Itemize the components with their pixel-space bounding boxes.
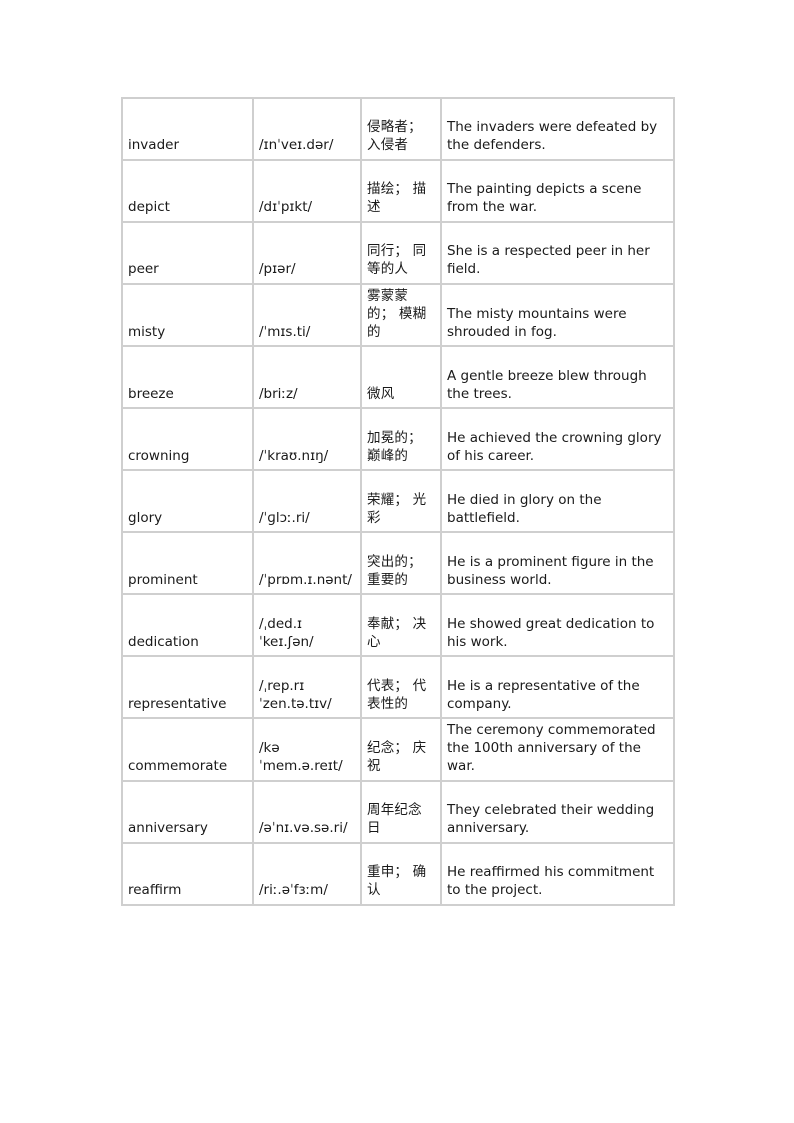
phonetic-cell: /ˈprɒm.ɪ.nənt/ (253, 532, 361, 595)
chinese-definition-cell: 加冕的；巅峰的 (361, 408, 441, 471)
word-cell: crowning (122, 408, 253, 471)
table-row: commemorate/kəˈmem.ə.reɪt/纪念； 庆祝 The cere… (122, 718, 674, 781)
chinese-definition-cell: 纪念； 庆祝 (361, 718, 441, 781)
word-cell: representative (122, 656, 253, 719)
word-cell: misty (122, 284, 253, 347)
example-sentence-cell: He achieved the crowning glory of his ca… (441, 408, 674, 471)
phonetic-cell: /ɪnˈveɪ.dər/ (253, 98, 361, 160)
chinese-definition-cell: 描绘； 描述 (361, 160, 441, 222)
word-cell: breeze (122, 346, 253, 409)
table-row: invader/ɪnˈveɪ.dər/侵略者；入侵者 The invaders w… (122, 98, 674, 160)
phonetic-cell: /kəˈmem.ə.reɪt/ (253, 718, 361, 781)
table-row: misty/ˈmɪs.ti/雾蒙蒙的； 模糊的 The misty mountai… (122, 284, 674, 347)
chinese-definition-cell: 代表； 代表性的 (361, 656, 441, 719)
chinese-definition-cell: 微风 (361, 346, 441, 409)
example-sentence-cell: The ceremony commemorated the 100th anni… (441, 718, 674, 781)
phonetic-cell: /əˈnɪ.və.sə.ri/ (253, 780, 361, 843)
vocabulary-table: invader/ɪnˈveɪ.dər/侵略者；入侵者 The invaders w… (121, 97, 675, 906)
chinese-definition-cell: 荣耀； 光彩 (361, 470, 441, 533)
chinese-definition-cell: 侵略者；入侵者 (361, 98, 441, 160)
example-sentence-cell: The misty mountains were shrouded in fog… (441, 284, 674, 347)
word-cell: reaffirm (122, 842, 253, 905)
table-row: representative/ˌrep.rɪˈzen.tə.tɪv/代表； 代表… (122, 656, 674, 719)
table-row: reaffirm/riː.əˈfɜːm/重申； 确认 He reaffirmed … (122, 842, 674, 905)
phonetic-cell: /briːz/ (253, 346, 361, 409)
table-row: depict/dɪˈpɪkt/描绘； 描述 The painting depict… (122, 160, 674, 222)
document-page: invader/ɪnˈveɪ.dər/侵略者；入侵者 The invaders w… (0, 0, 794, 1123)
chinese-definition-cell: 周年纪念日 (361, 780, 441, 843)
chinese-definition-cell: 雾蒙蒙的； 模糊的 (361, 284, 441, 347)
table-row: anniversary/əˈnɪ.və.sə.ri/周年纪念日 They cele… (122, 780, 674, 843)
phonetic-cell: /ˈkraʊ.nɪŋ/ (253, 408, 361, 471)
table-row: prominent/ˈprɒm.ɪ.nənt/突出的；重要的 He is a pr… (122, 532, 674, 595)
table-row: glory/ˈɡlɔː.ri/荣耀； 光彩 He died in glory on… (122, 470, 674, 533)
vocabulary-table-body: invader/ɪnˈveɪ.dər/侵略者；入侵者 The invaders w… (122, 98, 674, 905)
phonetic-cell: /ˈmɪs.ti/ (253, 284, 361, 347)
word-cell: dedication (122, 594, 253, 657)
chinese-definition-cell: 重申； 确认 (361, 842, 441, 905)
vocabulary-table-container: invader/ɪnˈveɪ.dər/侵略者；入侵者 The invaders w… (121, 97, 675, 906)
table-row: dedication/ˌded.ɪˈkeɪ.ʃən/奉献； 决心 He showe… (122, 594, 674, 657)
example-sentence-cell: She is a respected peer in her field. (441, 222, 674, 284)
chinese-definition-cell: 同行； 同等的人 (361, 222, 441, 284)
word-cell: glory (122, 470, 253, 533)
word-cell: anniversary (122, 780, 253, 843)
example-sentence-cell: He reaffirmed his commitment to the proj… (441, 842, 674, 905)
example-sentence-cell: The invaders were defeated by the defend… (441, 98, 674, 160)
word-cell: invader (122, 98, 253, 160)
table-row: peer/pɪər/同行； 同等的人 She is a respected pee… (122, 222, 674, 284)
phonetic-cell: /ˈɡlɔː.ri/ (253, 470, 361, 533)
phonetic-cell: /ˌrep.rɪˈzen.tə.tɪv/ (253, 656, 361, 719)
example-sentence-cell: A gentle breeze blew through the trees. (441, 346, 674, 409)
example-sentence-cell: He is a prominent figure in the business… (441, 532, 674, 595)
chinese-definition-cell: 突出的；重要的 (361, 532, 441, 595)
example-sentence-cell: He is a representative of the company. (441, 656, 674, 719)
word-cell: prominent (122, 532, 253, 595)
example-sentence-cell: He showed great dedication to his work. (441, 594, 674, 657)
table-row: crowning/ˈkraʊ.nɪŋ/加冕的；巅峰的 He achieved th… (122, 408, 674, 471)
chinese-definition-cell: 奉献； 决心 (361, 594, 441, 657)
phonetic-cell: /dɪˈpɪkt/ (253, 160, 361, 222)
phonetic-cell: /pɪər/ (253, 222, 361, 284)
table-row: breeze/briːz/微风 A gentle breeze blew thro… (122, 346, 674, 409)
example-sentence-cell: The painting depicts a scene from the wa… (441, 160, 674, 222)
word-cell: peer (122, 222, 253, 284)
word-cell: depict (122, 160, 253, 222)
phonetic-cell: /ˌded.ɪˈkeɪ.ʃən/ (253, 594, 361, 657)
example-sentence-cell: He died in glory on the battlefield. (441, 470, 674, 533)
example-sentence-cell: They celebrated their wedding anniversar… (441, 780, 674, 843)
phonetic-cell: /riː.əˈfɜːm/ (253, 842, 361, 905)
word-cell: commemorate (122, 718, 253, 781)
